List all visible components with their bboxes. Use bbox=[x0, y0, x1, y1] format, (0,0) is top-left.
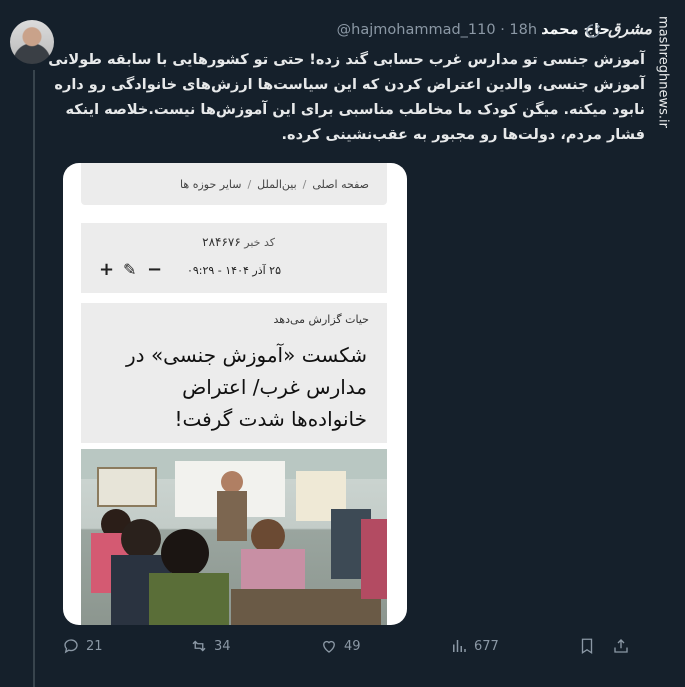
headline: شکست «آموزش جنسی» در مدارس غرب/ اعتراض خ… bbox=[126, 343, 367, 431]
tweet-actions: 21 34 49 677 bbox=[62, 637, 642, 661]
news-date: ۲۵ آذر ۱۴۰۴ - ۰۹:۲۹ bbox=[186, 264, 281, 277]
plus-icon[interactable]: + bbox=[99, 259, 114, 281]
breadcrumb-home[interactable]: صفحه اصلی bbox=[312, 178, 369, 191]
news-code: کد خبر ۲۸۴۶۷۶ bbox=[202, 235, 275, 249]
repost-count: 34 bbox=[214, 638, 231, 654]
heart-icon bbox=[323, 640, 335, 653]
repost-icon bbox=[192, 640, 206, 652]
site-logo: مشرق bbox=[607, 18, 653, 38]
like-button[interactable]: 49 bbox=[320, 637, 361, 655]
share-button[interactable] bbox=[612, 637, 630, 655]
classroom-photo bbox=[81, 449, 387, 625]
watermark: mashreghnews.ir bbox=[655, 16, 671, 128]
breadcrumb-separator: / bbox=[247, 177, 252, 191]
refresh-icon[interactable] bbox=[584, 22, 602, 40]
share-icon bbox=[614, 639, 628, 653]
views-icon bbox=[453, 640, 466, 652]
reply-count: 21 bbox=[86, 638, 103, 654]
tweet-time: · 18h bbox=[500, 22, 538, 38]
minus-icon[interactable]: − bbox=[147, 259, 162, 281]
breadcrumb-separator: / bbox=[302, 177, 307, 191]
reply-button[interactable]: 21 bbox=[62, 637, 103, 655]
tweet-text: آموزش جنسی تو مدارس غرب حسابی گند زده! ح… bbox=[48, 52, 645, 143]
news-meta: کد خبر ۲۸۴۶۷۶ + ✎ − ۲۵ آذر ۱۴۰۴ - ۰۹:۲۹ bbox=[81, 223, 387, 293]
breadcrumb-international[interactable]: بین‌الملل bbox=[257, 178, 297, 191]
bookmark-button[interactable] bbox=[578, 637, 596, 655]
headline-box: حیات گزارش می‌دهد شکست «آموزش جنسی» در م… bbox=[81, 303, 387, 443]
edit-icon[interactable]: ✎ bbox=[123, 259, 136, 281]
like-count: 49 bbox=[344, 638, 361, 654]
tweet-header: حاج محمد @hajmohammad_110 · 18h bbox=[337, 22, 610, 38]
repost-button[interactable]: 34 bbox=[190, 637, 231, 655]
author-handle[interactable]: @hajmohammad_110 · 18h bbox=[337, 22, 537, 38]
views-button[interactable]: 677 bbox=[450, 637, 499, 655]
reply-icon bbox=[64, 639, 78, 654]
bookmark-icon bbox=[581, 638, 593, 655]
reporter-line: حیات گزارش می‌دهد bbox=[273, 313, 369, 326]
thread-line bbox=[33, 70, 35, 687]
embedded-image-card[interactable]: صفحه اصلی / بین‌الملل / سایر حوزه ها کد … bbox=[63, 163, 407, 625]
breadcrumb: صفحه اصلی / بین‌الملل / سایر حوزه ها bbox=[81, 163, 387, 205]
breadcrumb-other[interactable]: سایر حوزه ها bbox=[180, 178, 241, 191]
views-count: 677 bbox=[474, 638, 499, 654]
